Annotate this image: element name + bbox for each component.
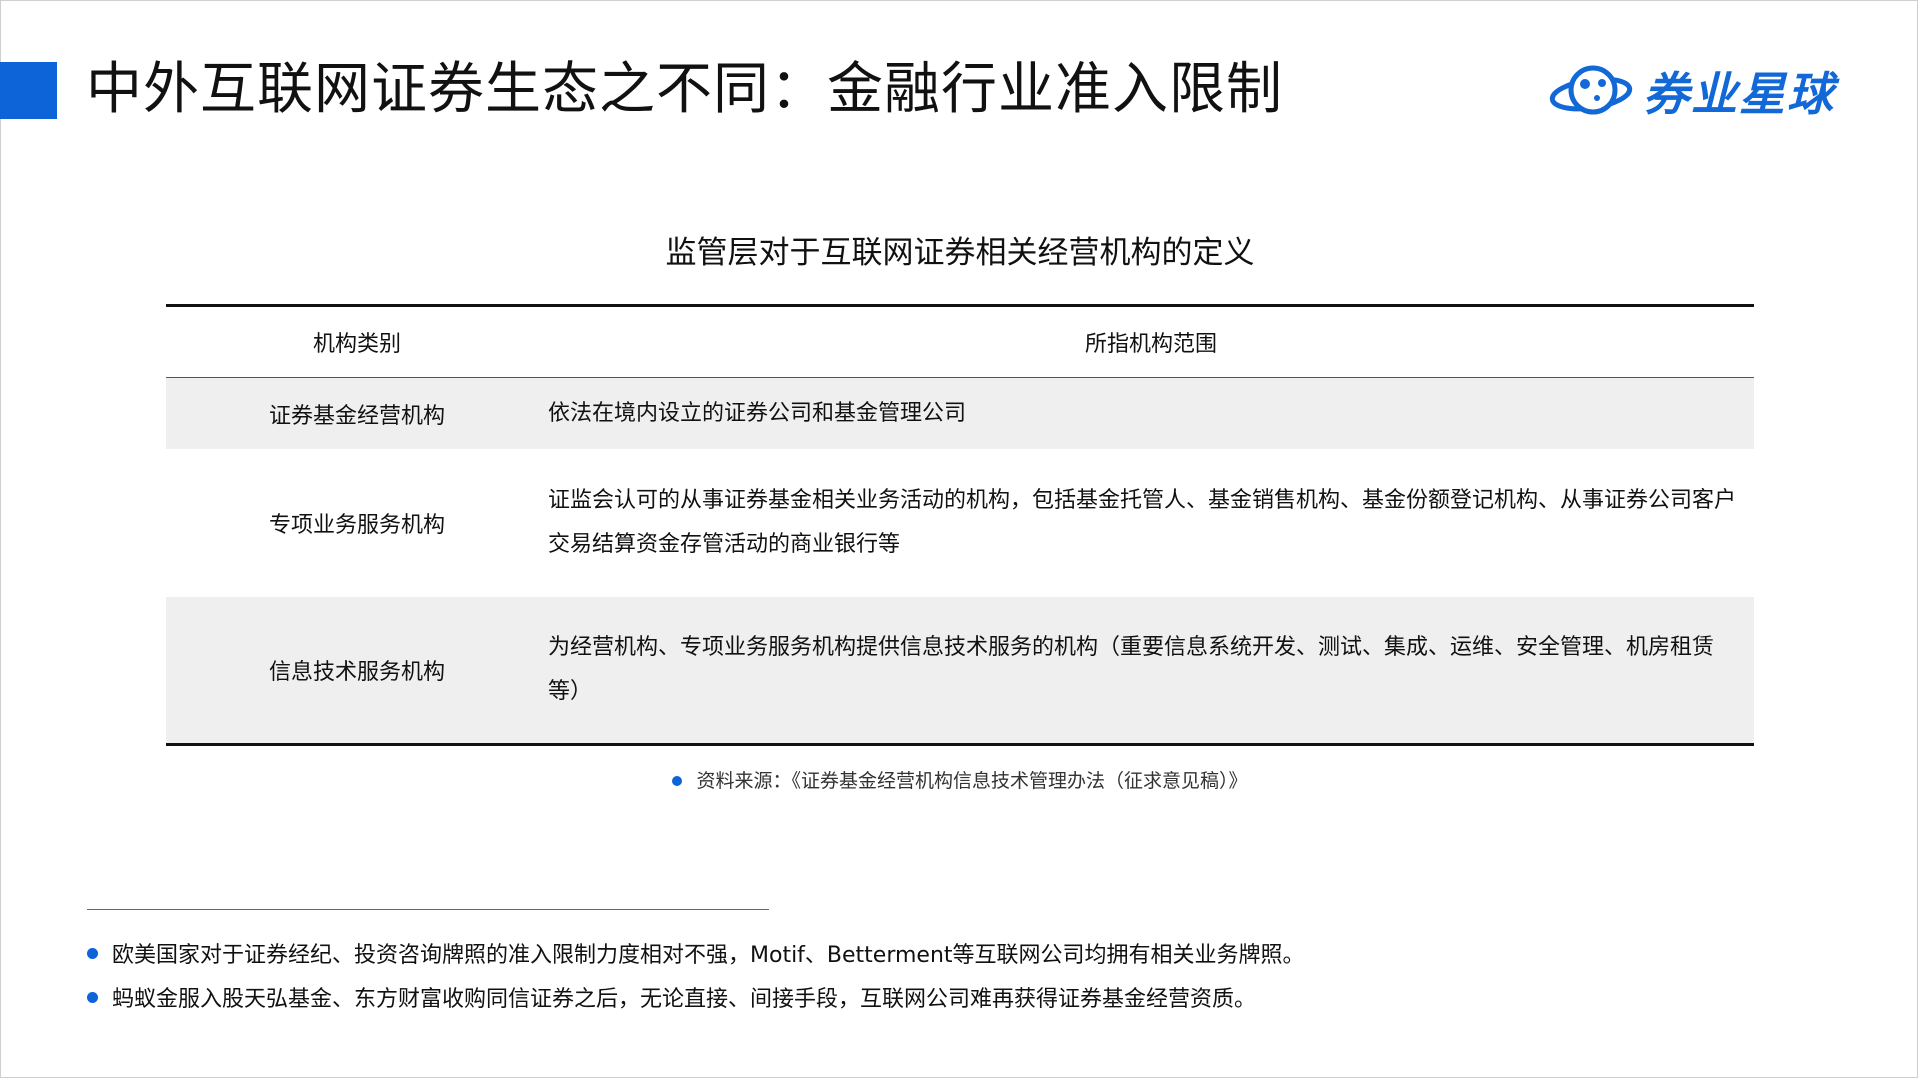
planet-logo-icon <box>1549 65 1633 115</box>
definition-table: 机构类别 所指机构范围 证券基金经营机构 依法在境内设立的证券公司和基金管理公司… <box>166 304 1754 746</box>
table-row: 信息技术服务机构 为经营机构、专项业务服务机构提供信息技术服务的机构（重要信息系… <box>166 597 1754 743</box>
row-category: 信息技术服务机构 <box>268 660 445 685</box>
list-item: 欧美国家对于证券经纪、投资咨询牌照的准入限制力度相对不强，Motif、Bette… <box>87 931 1787 975</box>
bullet-dot-icon <box>87 991 98 1003</box>
header-category: 机构类别 <box>312 332 401 357</box>
source-note: 资料来源：《证券基金经营机构信息技术管理办法（征求意见稿）》 <box>0 766 1920 796</box>
table-caption: 监管层对于互联网证券相关经营机构的定义 <box>665 235 1255 271</box>
header-scope: 所指机构范围 <box>1084 332 1217 357</box>
note-text: 欧美国家对于证券经纪、投资咨询牌照的准入限制力度相对不强，Motif、Bette… <box>112 943 1305 968</box>
row-scope: 依法在境内设立的证券公司和基金管理公司 <box>548 400 967 426</box>
bullet-dot-icon <box>672 776 683 786</box>
notes-list: 欧美国家对于证券经纪、投资咨询牌照的准入限制力度相对不强，Motif、Bette… <box>87 931 1787 1019</box>
row-category: 证券基金经营机构 <box>268 403 445 429</box>
brand-name: 券业星球 <box>1643 67 1835 121</box>
table-row: 证券基金经营机构 依法在境内设立的证券公司和基金管理公司 <box>166 378 1754 449</box>
row-scope: 为经营机构、专项业务服务机构提供信息技术服务的机构（重要信息系统开发、测试、集成… <box>548 635 1715 704</box>
note-text: 蚂蚁金服入股天弘基金、东方财富收购同信证券之后，无论直接、间接手段，互联网公司难… <box>112 987 1257 1012</box>
row-scope: 证监会认可的从事证券基金相关业务活动的机构，包括基金托管人、基金销售机构、基金份… <box>548 488 1737 557</box>
list-item: 蚂蚁金服入股天弘基金、东方财富收购同信证券之后，无论直接、间接手段，互联网公司难… <box>87 975 1787 1019</box>
bullet-dot-icon <box>87 947 98 959</box>
row-category: 专项业务服务机构 <box>268 513 445 538</box>
table-header-row: 机构类别 所指机构范围 <box>166 307 1754 378</box>
brand-logo-group: 券业星球 <box>1549 58 1835 124</box>
slide-title: 中外互联网证券生态之不同：金融行业准入限制 <box>86 57 1283 122</box>
source-text: 资料来源：《证券基金经营机构信息技术管理办法（征求意见稿）》 <box>696 770 1248 792</box>
notes-divider <box>87 909 769 910</box>
table-row: 专项业务服务机构 证监会认可的从事证券基金相关业务活动的机构，包括基金托管人、基… <box>166 449 1754 597</box>
title-accent-bar <box>0 62 57 119</box>
